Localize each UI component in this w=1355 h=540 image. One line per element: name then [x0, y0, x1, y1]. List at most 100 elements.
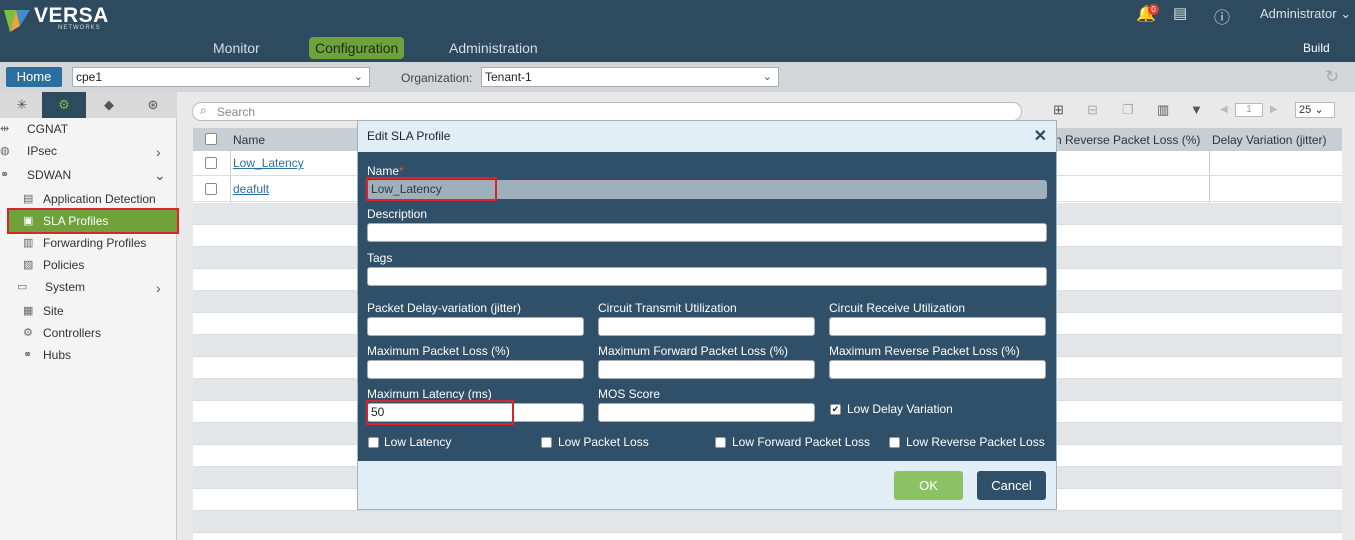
low-delay-variation-checkbox[interactable]: ✔ — [830, 404, 841, 415]
globe-tab-icon[interactable]: ⊛ — [131, 92, 175, 118]
dialog-footer: OK Cancel — [358, 461, 1056, 509]
next-page-icon[interactable]: ▶ — [1270, 104, 1278, 115]
row-checkbox[interactable] — [205, 183, 217, 195]
gear-tab-icon[interactable]: ⚙ — [42, 92, 86, 118]
sidebar-item-controllers[interactable]: ⚙ Controllers — [23, 326, 101, 340]
page-number-input[interactable]: 1 — [1235, 103, 1263, 117]
profile-link[interactable]: Low_Latency — [233, 156, 304, 170]
info-icon[interactable]: ⓘ — [1214, 4, 1230, 28]
chevron-down-icon: ⌄ — [353, 71, 363, 83]
low-reverse-loss-checkbox[interactable] — [889, 437, 900, 448]
document-icon: ▤ — [23, 193, 34, 205]
description-label: Description — [367, 207, 428, 221]
select-all-checkbox[interactable] — [205, 133, 217, 145]
chevron-right-icon[interactable]: › — [156, 144, 161, 160]
nav-monitor[interactable]: Monitor — [207, 37, 266, 59]
name-label: Name* — [367, 164, 404, 178]
organization-select[interactable]: Tenant-1 ⌄ — [481, 67, 779, 87]
jitter-label: Packet Delay-variation (jitter) — [367, 301, 522, 315]
name-highlight-box — [366, 177, 497, 201]
low-forward-loss-label: Low Forward Packet Loss — [732, 435, 871, 449]
build-link[interactable]: Build — [1303, 41, 1330, 55]
user-menu[interactable]: Administrator ⌄ — [1260, 6, 1351, 22]
circuit-transmit-field[interactable] — [598, 317, 815, 336]
top-header: VERSA NETWORKS Monitor Configuration Adm… — [0, 0, 1355, 62]
search-placeholder: Search — [217, 105, 256, 119]
circuit-receive-field[interactable] — [829, 317, 1046, 336]
low-forward-loss-checkbox[interactable] — [715, 437, 726, 448]
chevron-right-icon[interactable]: › — [156, 280, 161, 296]
tags-field[interactable] — [367, 267, 1047, 286]
low-delay-variation-label: Low Delay Variation — [847, 402, 953, 416]
max-forward-loss-label: Maximum Forward Packet Loss (%) — [598, 344, 789, 358]
search-icon: ⌕ — [200, 103, 207, 117]
prev-page-icon[interactable]: ◀ — [1220, 104, 1228, 115]
max-packet-loss-label: Maximum Packet Loss (%) — [367, 344, 510, 358]
cancel-button[interactable]: Cancel — [977, 471, 1046, 500]
max-packet-loss-field[interactable] — [367, 360, 584, 379]
sidebar-item-label: SLA Profiles — [43, 214, 109, 228]
description-field[interactable] — [367, 223, 1047, 242]
max-latency-label: Maximum Latency (ms) — [367, 387, 492, 401]
sidebar-item-system[interactable]: ▭ System — [17, 280, 86, 294]
search-input[interactable]: ⌕ Search — [192, 102, 1022, 121]
empty-row — [193, 511, 1342, 533]
mos-score-field[interactable] — [598, 403, 815, 422]
chevron-down-icon[interactable]: ⌄ — [154, 167, 166, 184]
site-icon: ▦ — [23, 305, 34, 317]
sidebar-tabs: ✳ ⚙ ◆ ⊛ — [0, 92, 177, 118]
refresh-icon[interactable]: ↻ — [1325, 67, 1339, 87]
add-icon[interactable]: ⊞ — [1053, 102, 1064, 118]
dialog-header: Edit SLA Profile ✕ — [358, 121, 1056, 152]
sidebar-item-policies[interactable]: ▧ Policies — [23, 258, 84, 272]
home-button[interactable]: Home — [6, 67, 62, 87]
low-latency-label: Low Latency — [384, 435, 452, 449]
sidebar-item-ipsec[interactable]: ◍ IPsec — [0, 144, 57, 158]
sidebar-item-forwarding-profiles[interactable]: ▥ Forwarding Profiles — [23, 236, 147, 250]
max-reverse-loss-field[interactable] — [829, 360, 1046, 379]
jitter-field[interactable] — [367, 317, 584, 336]
profile-link[interactable]: deafult — [233, 182, 269, 196]
page-size-value: 25 — [1299, 104, 1312, 116]
sidebar-item-site[interactable]: ▦ Site — [23, 304, 64, 318]
clone-icon[interactable]: ❐ — [1122, 102, 1134, 118]
column-name[interactable]: Name — [233, 133, 265, 147]
sidebar-item-cgnat[interactable]: ⇹ CGNAT — [0, 122, 69, 136]
nav-configuration[interactable]: Configuration — [309, 37, 405, 59]
ok-button[interactable]: OK — [894, 471, 963, 500]
brand-subtitle: NETWORKS — [58, 25, 101, 31]
sidebar-item-label: Site — [43, 304, 64, 318]
sidebar-item-label: CGNAT — [27, 122, 69, 136]
task-list-icon[interactable]: ▤ — [1173, 4, 1187, 22]
policy-icon: ▧ — [23, 259, 34, 271]
max-reverse-loss-label: Maximum Reverse Packet Loss (%) — [829, 344, 1020, 358]
network-tab-icon[interactable]: ✳ — [0, 92, 44, 118]
cube-tab-icon[interactable]: ◆ — [87, 92, 131, 118]
row-checkbox[interactable] — [205, 157, 217, 169]
chevron-down-icon: ⌄ — [1314, 104, 1324, 116]
sidebar-item-label: System — [45, 280, 86, 294]
remove-icon[interactable]: ⊟ — [1087, 102, 1098, 118]
sidebar-item-label: Forwarding Profiles — [43, 236, 147, 250]
sidebar-item-sla-profiles[interactable]: ▣ SLA Profiles — [23, 214, 109, 228]
filter-icon[interactable]: ▼ — [1190, 102, 1203, 117]
sidebar-item-application-detection[interactable]: ▤ Application Detection — [23, 192, 156, 206]
columns-icon[interactable]: ▥ — [1157, 102, 1169, 118]
sidebar-item-sdwan[interactable]: ⚭ SDWAN — [0, 168, 72, 182]
ipsec-icon: ◍ — [0, 145, 10, 157]
circuit-transmit-label: Circuit Transmit Utilization — [598, 301, 737, 315]
sidebar-item-hubs[interactable]: ⚭ Hubs — [23, 348, 71, 362]
appliance-value: cpe1 — [76, 70, 103, 84]
nav-administration[interactable]: Administration — [443, 37, 544, 59]
low-packet-loss-checkbox[interactable] — [541, 437, 552, 448]
appliance-select[interactable]: cpe1 ⌄ — [72, 67, 370, 87]
column-reverse-packet-loss[interactable]: n Reverse Packet Loss (%) — [1055, 133, 1200, 147]
column-delay-variation[interactable]: Delay Variation (jitter) — [1212, 133, 1326, 147]
tags-label: Tags — [367, 251, 393, 265]
sidebar-item-label: SDWAN — [27, 168, 72, 182]
organization-value: Tenant-1 — [485, 70, 532, 84]
max-forward-loss-field[interactable] — [598, 360, 815, 379]
low-latency-checkbox[interactable] — [368, 437, 379, 448]
close-icon[interactable]: ✕ — [1034, 126, 1047, 146]
page-size-select[interactable]: 25 ⌄ — [1295, 102, 1335, 118]
